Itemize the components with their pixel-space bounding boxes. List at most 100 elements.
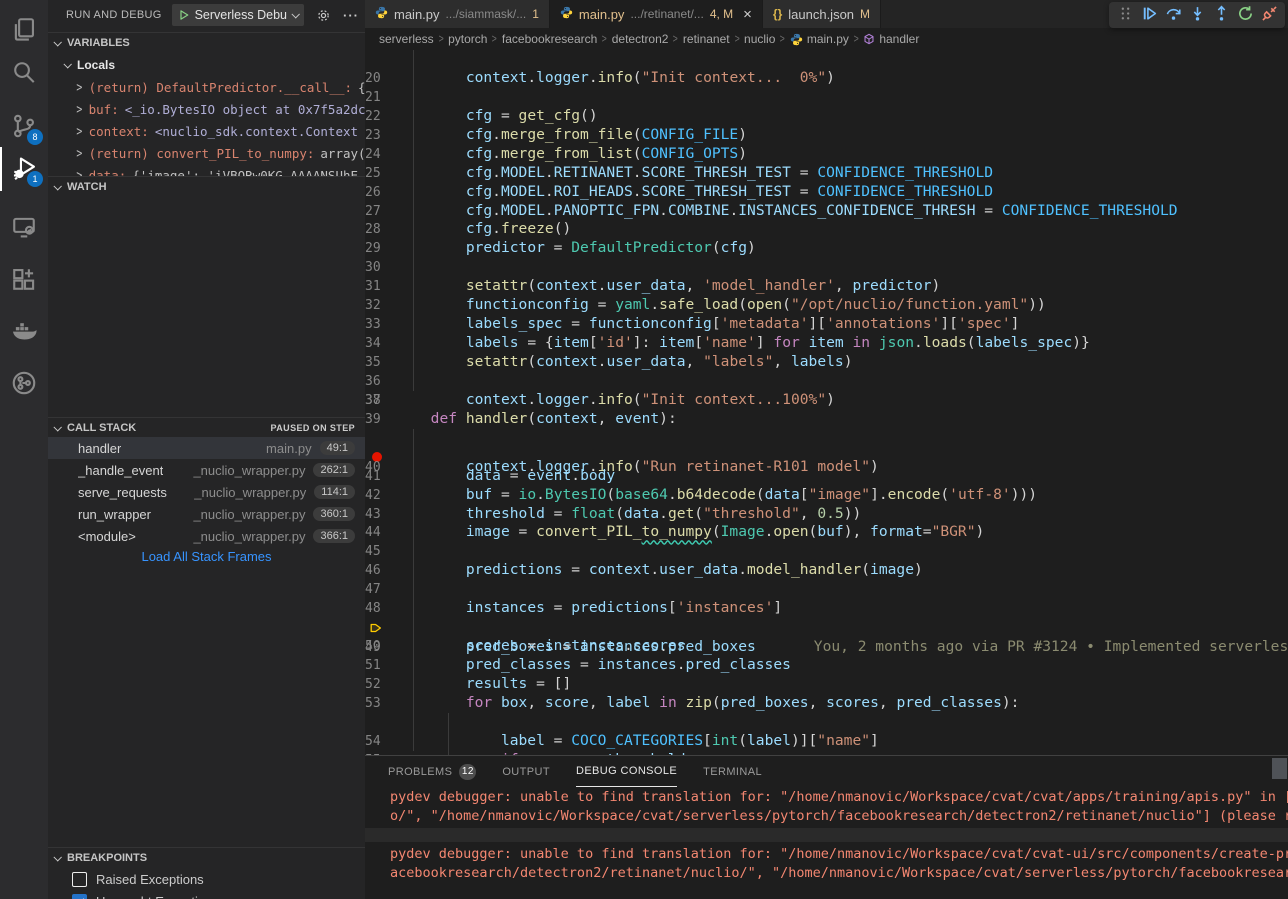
locals-scope[interactable]: Locals [48, 55, 365, 75]
disconnect-button[interactable] [1259, 5, 1279, 25]
activity-bar-item-remote-explorer[interactable] [0, 206, 48, 250]
code-line-41[interactable]: 41 data = event.body [365, 448, 1288, 467]
code-line-39[interactable]: 39def handler(context, event): [365, 410, 1288, 429]
restart-button[interactable] [1235, 5, 1255, 25]
code-line-31[interactable]: 31 setattr(context.user_data, 'model_han… [365, 258, 1288, 277]
breadcrumb-item-retinanet[interactable]: retinanet [683, 32, 730, 46]
step-into-button[interactable] [1187, 5, 1207, 25]
checkbox[interactable] [72, 872, 87, 887]
code-line-52[interactable]: 52 results = [] [365, 656, 1288, 675]
code-line-33[interactable]: 33 labels_spec = functionconfig['metadat… [365, 296, 1288, 315]
stack-frame-row[interactable]: run_wrapper_nuclio_wrapper.py360:1 [48, 503, 365, 525]
code-line-53[interactable]: 53 for box, score, label in zip(pred_box… [365, 675, 1288, 694]
code-line-21[interactable]: 21 [365, 69, 1288, 88]
breakpoint-row[interactable]: Uncaught Exceptions [48, 890, 365, 899]
more-actions-icon[interactable]: ··· [343, 8, 359, 23]
code-line-45[interactable]: 45 [365, 523, 1288, 542]
stack-frame-row[interactable]: _handle_event_nuclio_wrapper.py262:1 [48, 459, 365, 481]
activity-bar-item-search[interactable] [0, 52, 48, 96]
code-line-22[interactable]: 22 cfg = get_cfg() [365, 88, 1288, 107]
code-line-38[interactable]: 38 [365, 391, 1288, 410]
code-line-56[interactable]: 56 results.append({ [365, 732, 1288, 751]
watch-section-header[interactable]: WATCH [48, 176, 365, 196]
code-line-46[interactable]: 46 predictions = context.user_data.model… [365, 542, 1288, 561]
code-line-42[interactable]: 42 buf = io.BytesIO(base64.b64decode(dat… [365, 467, 1288, 486]
code-line-49[interactable]: 49 pred_boxes = instances.pred_boxesYou,… [365, 599, 1288, 618]
step-over-button[interactable] [1163, 5, 1183, 25]
tab-launch-json-2[interactable]: {}launch.jsonM [763, 0, 881, 28]
code-line-20[interactable]: 20 context.logger.info("Init context... … [365, 50, 1288, 69]
launch-config-select[interactable]: Serverless Debu [172, 4, 304, 26]
code-line-32[interactable]: 32 functionconfig = yaml.safe_load(open(… [365, 277, 1288, 296]
activity-bar-item-extensions[interactable] [0, 258, 48, 302]
code-line-26[interactable]: 26 cfg.MODEL.ROI_HEADS.SCORE_THRESH_TEST… [365, 164, 1288, 183]
console-line[interactable]: acebookresearch/detectron2/retinanet/nuc… [390, 865, 1288, 881]
code-line-43[interactable]: 43 threshold = float(data.get("threshold… [365, 486, 1288, 505]
breadcrumb-item-main.py[interactable]: main.py [790, 32, 849, 46]
panel-tab-output[interactable]: OUTPUT [502, 756, 550, 787]
code-line-36[interactable]: 36 [365, 353, 1288, 372]
variable-row[interactable]: >(return) convert_PIL_to_numpy:array([[[… [48, 142, 365, 164]
breadcrumb-item-detectron2[interactable]: detectron2 [612, 32, 669, 46]
code-line-29[interactable]: 29 predictor = DefaultPredictor(cfg) [365, 220, 1288, 239]
code-line-23[interactable]: 23 cfg.merge_from_file(CONFIG_FILE) [365, 107, 1288, 126]
breadcrumb-item-pytorch[interactable]: pytorch [448, 32, 487, 46]
breakpoint-row[interactable]: Raised Exceptions [48, 868, 365, 890]
code-line-54[interactable]: 54 label = COCO_CATEGORIES[int(label)]["… [365, 694, 1288, 713]
code-line-30[interactable]: 30 [365, 239, 1288, 258]
stack-frame-row[interactable]: serve_requests_nuclio_wrapper.py114:1 [48, 481, 365, 503]
breadcrumb-item-nuclio[interactable]: nuclio [744, 32, 775, 46]
debug-settings-gear-icon[interactable] [316, 8, 331, 23]
line-number[interactable]: 38 [365, 393, 381, 408]
code-line-35[interactable]: 35 setattr(context.user_data, "labels", … [365, 334, 1288, 353]
stack-frame-row[interactable]: <module>_nuclio_wrapper.py366:1 [48, 525, 365, 547]
load-all-stack-frames-link[interactable]: Load All Stack Frames [48, 549, 365, 564]
code-line-51[interactable]: 51 pred_classes = instances.pred_classes [365, 637, 1288, 656]
code-line-34[interactable]: 34 labels = {item['id']: item['name'] fo… [365, 315, 1288, 334]
code-line-27[interactable]: 27 cfg.MODEL.PANOPTIC_FPN.COMBINE.INSTAN… [365, 183, 1288, 202]
checkbox[interactable] [72, 894, 87, 899]
variables-section-header[interactable]: VARIABLES [48, 32, 365, 52]
call-stack-section-header[interactable]: CALL STACK PAUSED ON STEP [48, 417, 365, 437]
step-out-button[interactable] [1211, 5, 1231, 25]
variable-row[interactable]: >data:{'image': 'iVBORw0KG…AAAANSUhE… [48, 164, 365, 176]
activity-bar-item-run-debug[interactable]: 1 [0, 147, 48, 191]
panel-tab-debug-console[interactable]: DEBUG CONSOLE [576, 756, 677, 787]
code-line-28[interactable]: 28 cfg.freeze() [365, 202, 1288, 221]
activity-bar-item-git-graph[interactable] [0, 362, 48, 406]
code-line-47[interactable]: 47 [365, 561, 1288, 580]
variable-row[interactable]: >context:<nuclio_sdk.context.Context obj… [48, 120, 365, 142]
code-editor[interactable]: 20 context.logger.info("Init context... … [365, 50, 1288, 755]
code-line-25[interactable]: 25 cfg.MODEL.RETINANET.SCORE_THRESH_TEST… [365, 145, 1288, 164]
variable-row[interactable]: >buf:<_io.BytesIO object at 0x7f5a2dc1ec… [48, 98, 365, 120]
panel-tab-problems[interactable]: PROBLEMS12 [388, 756, 476, 787]
code-line-50[interactable]: 50 scores = instances.scores [365, 618, 1288, 637]
code-line-40[interactable]: 40 context.logger.info("Run retinanet-R1… [365, 429, 1288, 448]
code-line-44[interactable]: 44 image = convert_PIL_to_numpy(Image.op… [365, 505, 1288, 524]
code-line-55[interactable]: 55 if score >= threshold: [365, 713, 1288, 732]
activity-bar-item-docker[interactable] [0, 310, 48, 354]
console-line[interactable]: pydev debugger: unable to find translati… [390, 846, 1288, 862]
console-selected-row[interactable] [365, 828, 1288, 842]
stack-frame-row[interactable]: handlermain.py49:1 [48, 437, 365, 459]
grip-button[interactable] [1115, 5, 1135, 25]
console-line[interactable]: o/", "/home/nmanovic/Workspace/cvat/serv… [390, 808, 1288, 824]
tab-main-py-0[interactable]: main.py.../siammask/...1 [365, 0, 550, 28]
code-line-24[interactable]: 24 cfg.merge_from_list(CONFIG_OPTS) [365, 126, 1288, 145]
line-number[interactable]: 39 [365, 412, 381, 427]
activity-bar-item-explorer[interactable] [0, 8, 48, 52]
tab-main-py-1[interactable]: main.py.../retinanet/...4, M× [550, 0, 763, 28]
breadcrumb-item-facebookresearch[interactable]: facebookresearch [502, 32, 597, 46]
console-line[interactable]: pydev debugger: unable to find translati… [390, 789, 1288, 805]
code-line-48[interactable]: 48 instances = predictions['instances'] [365, 580, 1288, 599]
activity-bar-item-source-control[interactable]: 8 [0, 105, 48, 149]
panel-tab-terminal[interactable]: TERMINAL [703, 756, 762, 787]
variable-row[interactable]: >(return) DefaultPredictor.__call__:{'in… [48, 76, 365, 98]
continue-button[interactable] [1139, 5, 1159, 25]
breadcrumb-item-serverless[interactable]: serverless [379, 32, 434, 46]
panel-scrollbar-thumb[interactable] [1272, 758, 1287, 779]
close-icon[interactable]: × [743, 6, 752, 23]
breakpoints-section-header[interactable]: BREAKPOINTS [48, 847, 365, 867]
code-line-37[interactable]: 37 context.logger.info("Init context...1… [365, 372, 1288, 391]
breadcrumb-item-handler[interactable]: handler [863, 32, 919, 46]
